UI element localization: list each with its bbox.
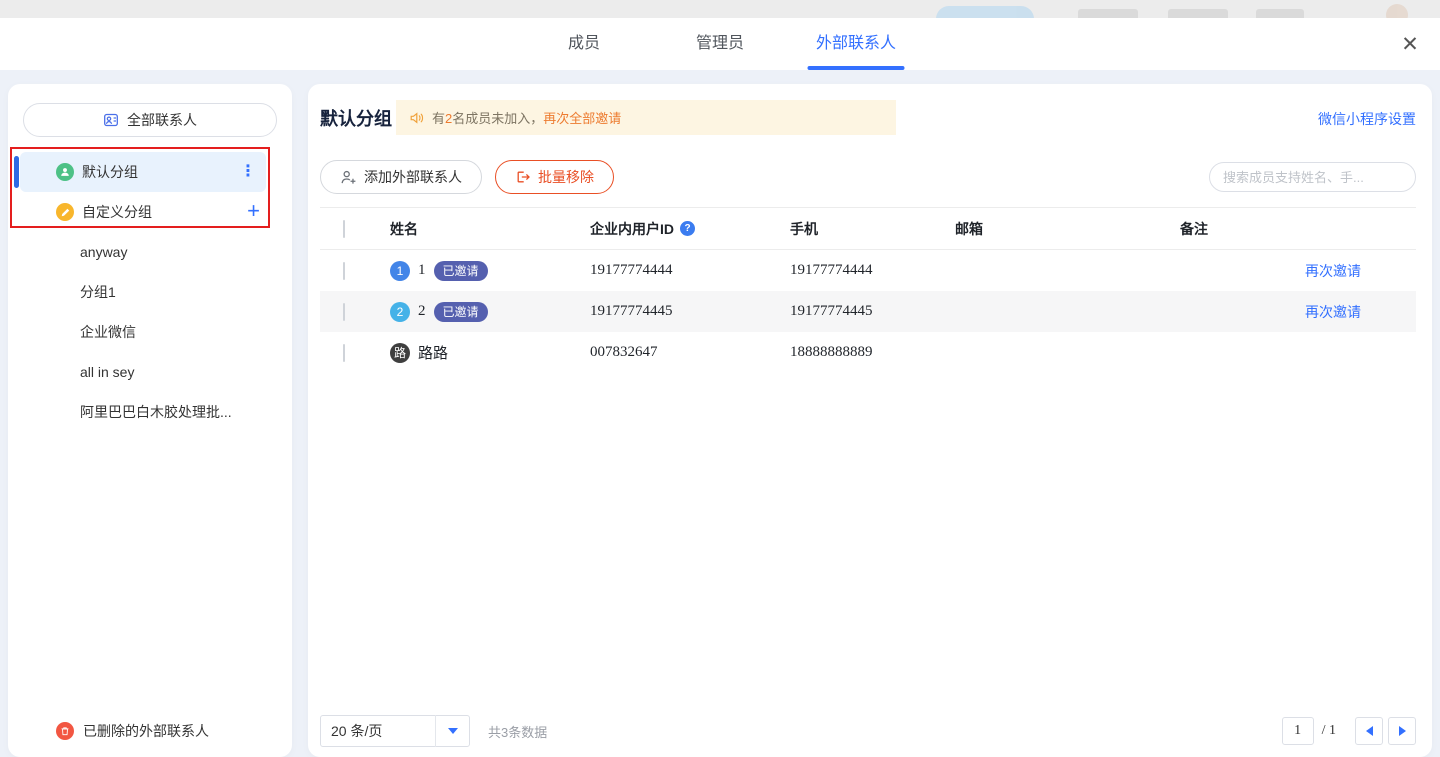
contact-name: 2 xyxy=(418,303,426,320)
invited-badge: 已邀请 xyxy=(434,302,488,322)
total-count-text: 共3条数据 xyxy=(488,722,547,741)
table-footer: 20 条/页 共3条数据 / 1 xyxy=(320,714,1416,748)
row-checkbox[interactable] xyxy=(343,344,345,362)
help-icon[interactable]: ? xyxy=(680,221,695,236)
col-email: 邮箱 xyxy=(955,219,1180,239)
group-label: anyway xyxy=(80,244,127,260)
toolbar: 添加外部联系人 批量移除 xyxy=(320,160,1416,194)
table-row: 路 路路 007832647 18888888889 xyxy=(320,332,1416,373)
phone: 18888888889 xyxy=(790,344,955,361)
background-button xyxy=(936,6,1034,18)
alert-text: 名成员未加入， xyxy=(452,111,543,126)
reinvite-link[interactable]: 再次邀请 xyxy=(1305,304,1361,320)
user-id: 007832647 xyxy=(590,344,790,361)
background-page-strip xyxy=(0,0,1440,18)
sidebar-group-alibaba[interactable]: 阿里巴巴白木胶处理批... xyxy=(20,392,266,432)
col-remark: 备注 xyxy=(1180,219,1305,239)
all-contacts-label: 全部联系人 xyxy=(127,110,197,130)
trash-icon xyxy=(56,722,74,740)
sidebar-group-custom[interactable]: 自定义分组 + xyxy=(20,192,266,232)
col-name: 姓名 xyxy=(390,219,590,239)
search-box[interactable] xyxy=(1209,162,1416,192)
page-body: 全部联系人 默认分组 ⋮ 自定义分组 + anyway xyxy=(0,70,1440,757)
invite-alert-banner: 有2名成员未加入，再次全部邀请 xyxy=(396,100,896,135)
page-number-input[interactable] xyxy=(1282,717,1314,745)
phone: 19177774445 xyxy=(790,303,955,320)
user-id: 19177774445 xyxy=(590,303,790,320)
group-label: 自定义分组 xyxy=(82,202,152,222)
sidebar-group-wework[interactable]: 企业微信 xyxy=(20,312,266,352)
remove-export-icon xyxy=(515,169,531,185)
add-group-icon[interactable]: + xyxy=(247,192,260,232)
miniprogram-settings-link[interactable]: 微信小程序设置 xyxy=(1318,109,1416,129)
sidebar: 全部联系人 默认分组 ⋮ 自定义分组 + anyway xyxy=(8,84,292,757)
avatar: 2 xyxy=(390,302,410,322)
sidebar-group-1[interactable]: 分组1 xyxy=(20,272,266,312)
background-item xyxy=(1078,9,1138,18)
group-label: 分组1 xyxy=(80,282,116,302)
tab-admins[interactable]: 管理员 xyxy=(652,18,788,70)
background-item xyxy=(1168,9,1228,18)
contacts-icon xyxy=(103,112,119,128)
contact-name: 1 xyxy=(418,262,426,279)
pagination: / 1 xyxy=(1282,717,1416,745)
prev-page-button[interactable] xyxy=(1355,717,1383,745)
table-row: 2 2 已邀请 19177774445 19177774445 再次邀请 xyxy=(320,291,1416,332)
col-phone: 手机 xyxy=(790,219,955,239)
more-menu-icon[interactable]: ⋮ xyxy=(240,152,256,192)
group-label: all in sey xyxy=(80,364,134,380)
group-label: 阿里巴巴白木胶处理批... xyxy=(80,402,232,422)
arrow-right-icon xyxy=(1399,726,1406,736)
page-count-text: / 1 xyxy=(1322,723,1336,739)
remove-button-label: 批量移除 xyxy=(538,167,594,187)
dialog-header: 成员 管理员 外部联系人 ✕ xyxy=(0,18,1440,70)
tab-members[interactable]: 成员 xyxy=(516,18,652,70)
add-external-contact-button[interactable]: 添加外部联系人 xyxy=(320,160,482,194)
avatar: 路 xyxy=(390,343,410,363)
deleted-contacts-label: 已删除的外部联系人 xyxy=(83,721,209,741)
contacts-table: 姓名 企业内用户ID? 手机 邮箱 备注 1 1 已邀请 19177774444… xyxy=(320,207,1416,373)
select-all-checkbox[interactable] xyxy=(343,220,345,238)
group-list: 默认分组 ⋮ 自定义分组 + anyway 分组1 企业微信 all in se… xyxy=(8,152,292,432)
tab-bar: 成员 管理员 外部联系人 xyxy=(0,18,1440,70)
next-page-button[interactable] xyxy=(1388,717,1416,745)
user-id: 19177774444 xyxy=(590,262,790,279)
phone: 19177774444 xyxy=(790,262,955,279)
announce-icon xyxy=(409,110,425,126)
row-checkbox[interactable] xyxy=(343,262,345,280)
add-button-label: 添加外部联系人 xyxy=(364,167,462,187)
group-label: 企业微信 xyxy=(80,322,136,342)
reinvite-all-link[interactable]: 再次全部邀请 xyxy=(543,111,621,126)
contact-name: 路路 xyxy=(418,342,448,363)
alert-text: 有 xyxy=(432,111,445,126)
background-avatar xyxy=(1386,4,1408,18)
chevron-down-icon xyxy=(448,728,458,734)
sidebar-group-anyway[interactable]: anyway xyxy=(20,232,266,272)
arrow-left-icon xyxy=(1366,726,1373,736)
deleted-contacts-entry[interactable]: 已删除的外部联系人 xyxy=(56,721,209,741)
invited-badge: 已邀请 xyxy=(434,261,488,281)
sidebar-group-all-in-sey[interactable]: all in sey xyxy=(20,352,266,392)
pencil-icon xyxy=(56,203,74,221)
main-panel: 默认分组 有2名成员未加入，再次全部邀请 微信小程序设置 添加外部联系人 xyxy=(308,84,1432,757)
page-size-select[interactable]: 20 条/页 xyxy=(320,715,470,747)
search-input[interactable] xyxy=(1223,170,1399,185)
avatar: 1 xyxy=(390,261,410,281)
person-icon xyxy=(56,163,74,181)
sidebar-group-default[interactable]: 默认分组 ⋮ xyxy=(20,152,266,192)
all-contacts-button[interactable]: 全部联系人 xyxy=(23,103,277,137)
close-icon[interactable]: ✕ xyxy=(1396,31,1424,59)
group-title: 默认分组 xyxy=(320,105,392,131)
group-label: 默认分组 xyxy=(82,162,138,182)
row-checkbox[interactable] xyxy=(343,303,345,321)
batch-remove-button[interactable]: 批量移除 xyxy=(495,160,614,194)
reinvite-link[interactable]: 再次邀请 xyxy=(1305,263,1361,279)
table-header-row: 姓名 企业内用户ID? 手机 邮箱 备注 xyxy=(320,207,1416,250)
background-item xyxy=(1256,9,1304,18)
page-size-value: 20 条/页 xyxy=(321,721,435,741)
col-user-id: 企业内用户ID xyxy=(590,219,674,239)
table-row: 1 1 已邀请 19177774444 19177774444 再次邀请 xyxy=(320,250,1416,291)
tab-external-contacts[interactable]: 外部联系人 xyxy=(788,18,924,70)
person-add-icon xyxy=(340,169,357,186)
